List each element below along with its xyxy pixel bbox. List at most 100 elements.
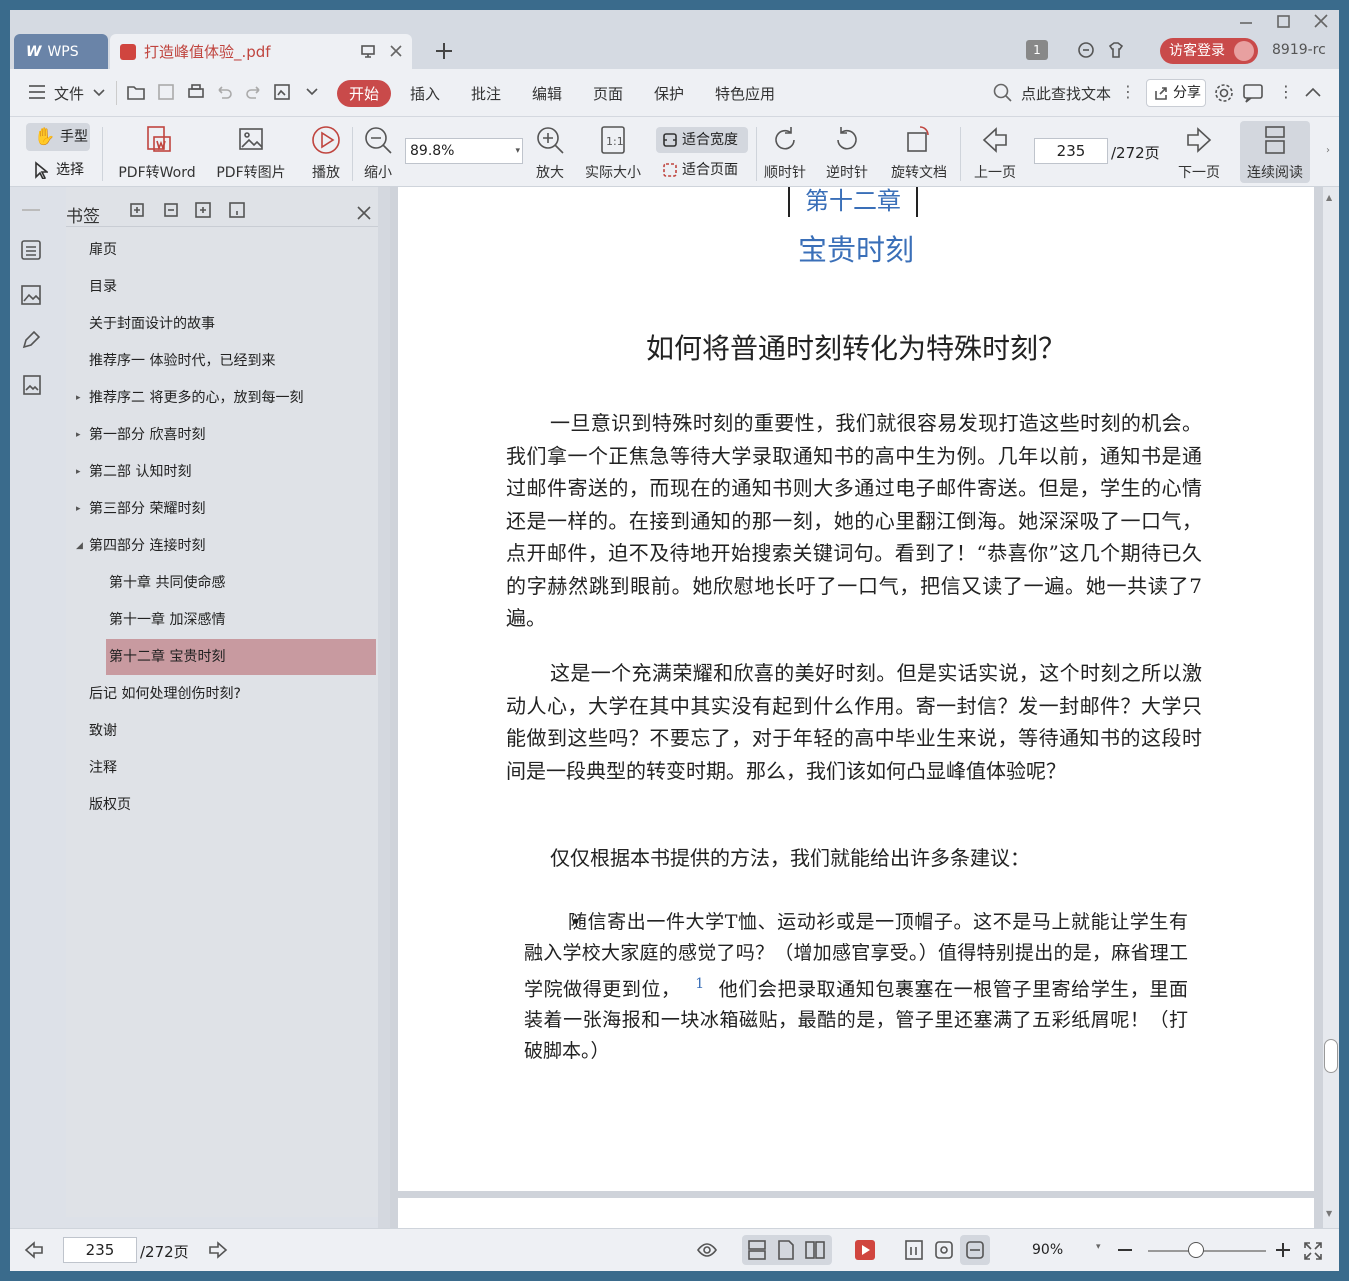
- two-page-icon[interactable]: [804, 1239, 826, 1261]
- continuous-read-button[interactable]: 连续阅读: [1240, 121, 1310, 183]
- window-badge[interactable]: 1: [1026, 40, 1048, 60]
- status-zoom-value[interactable]: 90%: [1032, 1242, 1063, 1258]
- actual-size-status-icon[interactable]: [903, 1239, 925, 1261]
- page-number-input[interactable]: 235: [1034, 138, 1108, 164]
- zoom-in-button[interactable]: 放大: [530, 123, 570, 182]
- pdf-to-image-button[interactable]: PDF转图片: [212, 123, 290, 182]
- bookmark-item[interactable]: 后记 如何处理创伤时刻?: [89, 676, 361, 712]
- bookmark-item[interactable]: ▸ 第三部分 荣耀时刻: [76, 491, 361, 527]
- chevron-down-icon[interactable]: [93, 88, 105, 98]
- zoom-slider-thumb[interactable]: [1188, 1242, 1204, 1258]
- redo-icon[interactable]: [244, 82, 264, 102]
- bookmark-item[interactable]: 版权页: [89, 787, 361, 823]
- forward-arrow-icon[interactable]: [208, 1240, 228, 1260]
- next-page-button[interactable]: 下一页: [1174, 123, 1224, 182]
- document-tab[interactable]: 打造峰值体验_.pdf: [110, 34, 412, 69]
- zoom-combobox[interactable]: 89.8% ▾: [405, 138, 523, 164]
- bookmark-item[interactable]: 目录: [89, 269, 361, 305]
- menu-annotate[interactable]: 批注: [471, 83, 501, 104]
- bookmark-item[interactable]: ▸ 第二部 认知时刻: [76, 454, 361, 490]
- tab-close-icon[interactable]: [388, 43, 404, 59]
- slideshow-play-icon[interactable]: [855, 1240, 875, 1260]
- annotation-icon[interactable]: [20, 329, 42, 351]
- zoom-plus-icon[interactable]: [1274, 1241, 1292, 1259]
- scroll-up-arrow[interactable]: ▲: [1326, 193, 1332, 202]
- scroll-down-arrow[interactable]: ▼: [1326, 1209, 1332, 1218]
- close-window-icon[interactable]: [1313, 13, 1329, 29]
- status-page-input[interactable]: 235: [63, 1237, 137, 1263]
- collapse-caret-icon[interactable]: ◢: [76, 528, 83, 564]
- continuous-view-icon[interactable]: [746, 1239, 768, 1261]
- print-icon[interactable]: [186, 82, 206, 102]
- zoom-minus-icon[interactable]: [1116, 1241, 1134, 1259]
- maximize-icon[interactable]: [1276, 14, 1292, 30]
- wps-home-tab[interactable]: W WPS: [14, 34, 108, 69]
- save-icon[interactable]: [156, 82, 176, 102]
- prev-page-button[interactable]: 上一页: [970, 123, 1020, 182]
- new-tab-icon[interactable]: [434, 41, 454, 61]
- zoom-dropdown-arrow[interactable]: ▾: [1096, 1242, 1101, 1252]
- bookmark-item[interactable]: 推荐序一 体验时代，已经到来: [89, 343, 361, 379]
- scroll-thumb[interactable]: [1324, 1039, 1338, 1073]
- add-bookmark-icon[interactable]: [194, 201, 212, 219]
- hamburger-icon[interactable]: [28, 84, 46, 100]
- comment-icon[interactable]: [1242, 82, 1264, 104]
- eye-protection-icon[interactable]: [696, 1239, 718, 1261]
- fullscreen-icon[interactable]: [1303, 1241, 1323, 1261]
- menu-special[interactable]: 特色应用: [715, 83, 775, 104]
- bookmark-item[interactable]: ◢ 第四部分 连接时刻: [76, 528, 361, 564]
- more-options-icon[interactable]: ⋮: [1278, 82, 1294, 101]
- image-extract-icon[interactable]: [20, 374, 42, 396]
- more-chevron-icon[interactable]: [306, 87, 318, 97]
- rotate-doc-button[interactable]: 旋转文档: [886, 123, 952, 182]
- menu-insert[interactable]: 插入: [410, 83, 440, 104]
- expand-caret-icon[interactable]: ▸: [76, 417, 81, 453]
- tab-monitor-icon[interactable]: [360, 44, 376, 58]
- expand-caret-icon[interactable]: ▸: [76, 454, 81, 490]
- actual-size-button[interactable]: 1:1 实际大小: [580, 123, 646, 182]
- export-image-icon[interactable]: [272, 82, 292, 102]
- hand-tool-button[interactable]: ✋ 手型: [26, 123, 90, 151]
- more-vertical-icon[interactable]: ⋮: [1120, 82, 1136, 101]
- visitor-login-button[interactable]: 访客登录: [1160, 38, 1258, 64]
- menu-edit[interactable]: 编辑: [532, 83, 562, 104]
- single-page-icon[interactable]: [775, 1239, 797, 1261]
- close-panel-icon[interactable]: [356, 205, 372, 221]
- bookmark-list-icon[interactable]: [20, 239, 42, 261]
- footnote-link[interactable]: 1: [687, 976, 712, 992]
- collapse-all-icon[interactable]: [162, 201, 180, 219]
- select-tool-button[interactable]: 选择: [26, 157, 90, 183]
- thumbnail-icon[interactable]: [20, 284, 42, 306]
- fit-width-button[interactable]: 适合宽度: [656, 127, 748, 153]
- zoom-out-button[interactable]: 缩小: [358, 123, 398, 182]
- share-button[interactable]: 分享: [1146, 79, 1206, 107]
- minimize-icon[interactable]: [1238, 15, 1254, 31]
- ribbon-scroll-right-icon[interactable]: ›: [1326, 145, 1330, 156]
- undo-icon[interactable]: [214, 82, 234, 102]
- menu-page[interactable]: 页面: [593, 83, 623, 104]
- fit-page-status-icon[interactable]: [933, 1239, 955, 1261]
- bookmark-item[interactable]: ▸ 推荐序二 将更多的心，放到每一刻: [76, 380, 361, 416]
- bookmark-item[interactable]: 关于封面设计的故事: [89, 306, 361, 342]
- bookmark-item[interactable]: 第十章 共同使命感: [109, 565, 381, 601]
- rotate-ccw-button[interactable]: 逆时针: [824, 123, 870, 182]
- zoom-dropdown-icon[interactable]: ▾: [515, 139, 520, 163]
- zoom-slider-track[interactable]: [1148, 1250, 1266, 1252]
- bookmark-item[interactable]: 扉页: [89, 232, 361, 268]
- sync-icon[interactable]: [1076, 40, 1096, 60]
- bookmark-options-icon[interactable]: [228, 201, 246, 219]
- search-icon[interactable]: [992, 82, 1014, 104]
- rotate-cw-button[interactable]: 顺时针: [762, 123, 808, 182]
- skin-icon[interactable]: [1106, 40, 1126, 60]
- file-menu[interactable]: 文件: [54, 83, 84, 104]
- expand-caret-icon[interactable]: ▸: [76, 491, 81, 527]
- bookmark-item[interactable]: 注释: [89, 750, 361, 786]
- bookmark-item[interactable]: 第十一章 加深感情: [109, 602, 381, 638]
- expand-all-icon[interactable]: [128, 201, 146, 219]
- bookmark-item[interactable]: ▸ 第一部分 欣喜时刻: [76, 417, 361, 453]
- pdf-to-word-button[interactable]: PDF转Word: [114, 123, 200, 182]
- play-button[interactable]: 播放: [306, 123, 346, 182]
- expand-caret-icon[interactable]: ▸: [76, 380, 81, 416]
- vertical-scrollbar[interactable]: ▲ ▼: [1323, 187, 1339, 1228]
- settings-gear-icon[interactable]: [1213, 82, 1235, 104]
